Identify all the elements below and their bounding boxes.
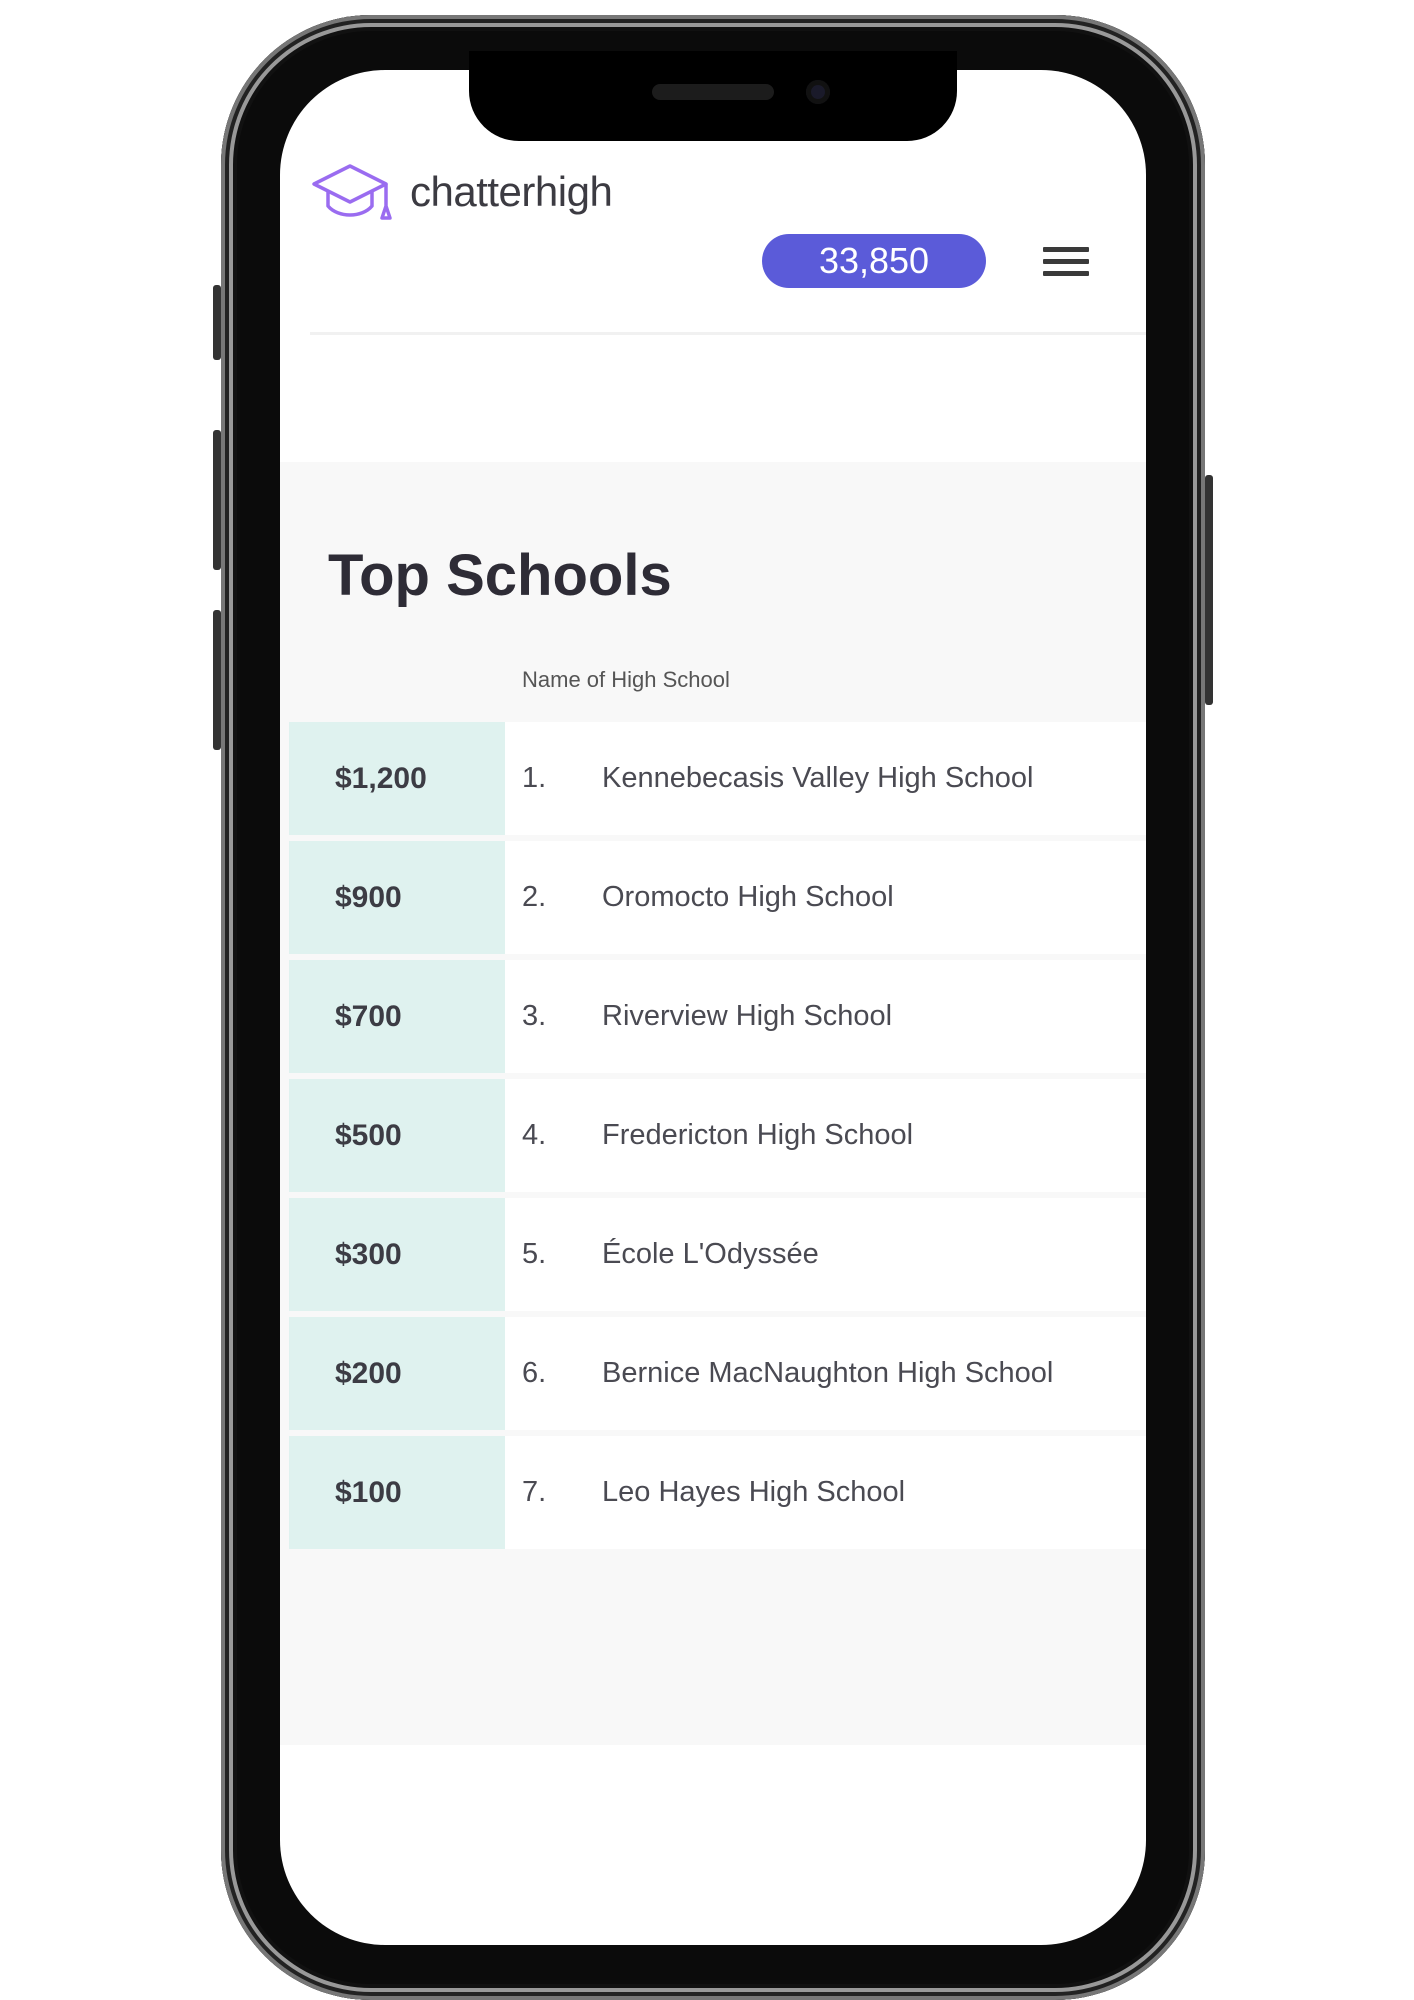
volume-down-button (213, 610, 221, 750)
prize-amount: $500 (289, 1079, 505, 1192)
table-row: $200 6. Bernice MacNaughton High School (289, 1317, 1146, 1430)
front-camera (806, 80, 830, 104)
rank: 6. (522, 1357, 547, 1389)
prize-amount: $900 (289, 841, 505, 954)
points-badge[interactable]: 33,850 (762, 234, 986, 288)
power-button (1205, 475, 1213, 705)
app-header (310, 210, 1146, 335)
brand-name: chatterhigh (410, 168, 613, 215)
school-name: Oromocto High School (602, 881, 894, 913)
school-name: Riverview High School (602, 1000, 893, 1032)
table-row: $500 4. Fredericton High School (289, 1079, 1146, 1192)
rank: 5. (522, 1238, 547, 1270)
volume-up-button (213, 430, 221, 570)
prize-amount: $1,200 (289, 722, 505, 835)
school-name: Bernice MacNaughton High School (602, 1357, 1054, 1389)
school-name: Fredericton High School (602, 1119, 914, 1151)
phone-screen: chatterhigh 33,850 Top Schools Name of H… (280, 70, 1146, 1945)
table-row: $1,200 1. Kennebecasis Valley High School (289, 722, 1146, 835)
prize-amount: $700 (289, 960, 505, 1073)
table-row: $100 7. Leo Hayes High School (289, 1436, 1146, 1549)
prize-amount: $300 (289, 1198, 505, 1311)
rank: 2. (522, 881, 547, 913)
top-schools-section: Top Schools Name of High School $1,200 1.… (280, 462, 1146, 1745)
table-row: $900 2. Oromocto High School (289, 841, 1146, 954)
school-name: Leo Hayes High School (602, 1476, 906, 1508)
rank: 1. (522, 762, 547, 794)
column-header-school: Name of High School (522, 667, 730, 692)
page-title: Top Schools (328, 543, 672, 608)
graduation-cap-icon (312, 164, 392, 220)
school-name: Kennebecasis Valley High School (602, 762, 1034, 794)
speaker-grille (652, 84, 774, 100)
rank: 3. (522, 1000, 547, 1032)
mute-switch (213, 285, 221, 360)
table-row: $300 5. École L'Odyssée (289, 1198, 1146, 1311)
hamburger-menu-icon[interactable] (1043, 247, 1089, 277)
prize-amount: $200 (289, 1317, 505, 1430)
table-row: $700 3. Riverview High School (289, 960, 1146, 1073)
prize-amount: $100 (289, 1436, 505, 1549)
school-name: École L'Odyssée (602, 1238, 819, 1270)
rank: 4. (522, 1119, 547, 1151)
rank: 7. (522, 1476, 547, 1508)
schools-table: $1,200 1. Kennebecasis Valley High School … (289, 722, 1146, 1555)
chatterhigh-logo[interactable]: chatterhigh (310, 160, 613, 224)
